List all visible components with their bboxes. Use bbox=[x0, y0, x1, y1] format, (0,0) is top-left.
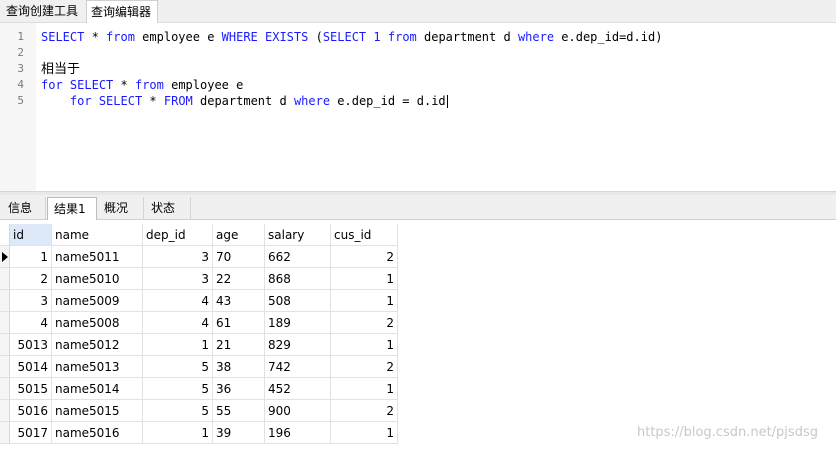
table-cell[interactable]: 1 bbox=[331, 378, 398, 400]
table-cell[interactable]: 1 bbox=[331, 422, 398, 444]
table-cell[interactable]: name5010 bbox=[52, 268, 143, 290]
tab-query-builder[interactable]: 查询创建工具 bbox=[2, 0, 84, 22]
code-line: 4 for SELECT * from employee e bbox=[0, 77, 836, 93]
table-cell[interactable]: 36 bbox=[213, 378, 265, 400]
table-cell[interactable]: 4 bbox=[143, 290, 213, 312]
table-cell[interactable]: name5016 bbox=[52, 422, 143, 444]
table-cell[interactable]: 21 bbox=[213, 334, 265, 356]
table-cell[interactable]: 900 bbox=[265, 400, 331, 422]
table-cell[interactable]: 662 bbox=[265, 246, 331, 268]
table-cell[interactable]: 2 bbox=[331, 356, 398, 378]
column-header-id[interactable]: id bbox=[10, 224, 52, 246]
top-tab-bar: 查询创建工具 查询编辑器 bbox=[0, 0, 836, 23]
row-indicator[interactable] bbox=[0, 268, 10, 290]
table-cell[interactable]: name5014 bbox=[52, 378, 143, 400]
table-cell[interactable]: 452 bbox=[265, 378, 331, 400]
row-indicator[interactable] bbox=[0, 334, 10, 356]
table-cell[interactable]: name5008 bbox=[52, 312, 143, 334]
table-cell[interactable]: 5 bbox=[143, 378, 213, 400]
column-header-dep-id[interactable]: dep_id bbox=[143, 224, 213, 246]
line-number: 2 bbox=[17, 46, 24, 59]
table-cell[interactable]: 742 bbox=[265, 356, 331, 378]
code-line: 3 相当于 bbox=[0, 61, 836, 77]
row-indicator[interactable] bbox=[0, 356, 10, 378]
tab-overview[interactable]: 概况 bbox=[98, 197, 144, 219]
tab-query-editor[interactable]: 查询编辑器 bbox=[86, 0, 158, 23]
code-line: 2 bbox=[0, 45, 836, 61]
table-cell[interactable]: 1 bbox=[331, 268, 398, 290]
table-cell[interactable]: 3 bbox=[10, 290, 52, 312]
table-cell[interactable]: 2 bbox=[331, 400, 398, 422]
table-cell[interactable]: 2 bbox=[10, 268, 52, 290]
line-number: 4 bbox=[17, 78, 24, 91]
table-cell[interactable]: name5012 bbox=[52, 334, 143, 356]
tab-info[interactable]: 信息 bbox=[2, 197, 46, 219]
table-cell[interactable]: name5009 bbox=[52, 290, 143, 312]
code-line: 1 SELECT * from employee e WHERE EXISTS (… bbox=[0, 29, 836, 45]
sql-editor[interactable]: 1 SELECT * from employee e WHERE EXISTS (… bbox=[0, 23, 836, 191]
table-cell[interactable]: 189 bbox=[265, 312, 331, 334]
table-cell[interactable]: 5 bbox=[143, 400, 213, 422]
table-cell[interactable]: 508 bbox=[265, 290, 331, 312]
table-cell[interactable]: 5 bbox=[143, 356, 213, 378]
column-header-salary[interactable]: salary bbox=[265, 224, 331, 246]
line-number: 1 bbox=[17, 30, 24, 43]
table-cell[interactable]: 1 bbox=[143, 334, 213, 356]
tab-status[interactable]: 状态 bbox=[145, 197, 191, 219]
table-cell[interactable]: 4 bbox=[143, 312, 213, 334]
table-cell[interactable]: 3 bbox=[143, 268, 213, 290]
row-indicator-header bbox=[0, 224, 10, 246]
table-cell[interactable]: 70 bbox=[213, 246, 265, 268]
row-indicator[interactable] bbox=[0, 400, 10, 422]
watermark: https://blog.csdn.net/pjsdsg bbox=[637, 425, 818, 440]
code-text: 相当于 bbox=[41, 62, 81, 77]
result-tab-bar: 信息 结果1 概况 状态 bbox=[0, 195, 836, 220]
table-cell[interactable]: 868 bbox=[265, 268, 331, 290]
row-indicator[interactable] bbox=[0, 378, 10, 400]
table-cell[interactable]: name5011 bbox=[52, 246, 143, 268]
code-text: for SELECT * FROM department d where e.d… bbox=[69, 94, 448, 108]
table-cell[interactable]: 5017 bbox=[10, 422, 52, 444]
tab-result-1[interactable]: 结果1 bbox=[47, 197, 97, 220]
code-text: for SELECT * from employee e bbox=[41, 78, 244, 92]
column-header-name[interactable]: name bbox=[52, 224, 143, 246]
table-cell[interactable]: 1 bbox=[331, 290, 398, 312]
table-cell[interactable]: 43 bbox=[213, 290, 265, 312]
table-cell[interactable]: 4 bbox=[10, 312, 52, 334]
table-cell[interactable]: 2 bbox=[331, 312, 398, 334]
table-cell[interactable]: 55 bbox=[213, 400, 265, 422]
line-number: 3 bbox=[17, 62, 24, 75]
table-cell[interactable]: 1 bbox=[331, 334, 398, 356]
table-cell[interactable]: 39 bbox=[213, 422, 265, 444]
row-indicator[interactable] bbox=[0, 290, 10, 312]
code-text: SELECT * from employee e WHERE EXISTS (S… bbox=[41, 30, 663, 44]
table-cell[interactable]: 3 bbox=[143, 246, 213, 268]
code-line: 5 for SELECT * FROM department d where e… bbox=[0, 93, 836, 109]
table-cell[interactable]: 22 bbox=[213, 268, 265, 290]
current-row-arrow-icon bbox=[2, 252, 8, 262]
line-number: 5 bbox=[17, 94, 24, 107]
table-cell[interactable]: 5015 bbox=[10, 378, 52, 400]
table-cell[interactable]: 61 bbox=[213, 312, 265, 334]
table-cell[interactable]: 829 bbox=[265, 334, 331, 356]
row-indicator[interactable] bbox=[0, 312, 10, 334]
row-indicator[interactable] bbox=[0, 246, 10, 268]
table-cell[interactable]: 1 bbox=[10, 246, 52, 268]
table-cell[interactable]: name5013 bbox=[52, 356, 143, 378]
table-cell[interactable]: 5013 bbox=[10, 334, 52, 356]
table-cell[interactable]: name5015 bbox=[52, 400, 143, 422]
table-cell[interactable]: 5014 bbox=[10, 356, 52, 378]
table-cell[interactable]: 196 bbox=[265, 422, 331, 444]
table-cell[interactable]: 1 bbox=[143, 422, 213, 444]
column-header-age[interactable]: age bbox=[213, 224, 265, 246]
row-indicator[interactable] bbox=[0, 422, 10, 444]
column-header-cus-id[interactable]: cus_id bbox=[331, 224, 398, 246]
table-cell[interactable]: 2 bbox=[331, 246, 398, 268]
table-cell[interactable]: 38 bbox=[213, 356, 265, 378]
text-caret bbox=[446, 95, 448, 108]
table-cell[interactable]: 5016 bbox=[10, 400, 52, 422]
